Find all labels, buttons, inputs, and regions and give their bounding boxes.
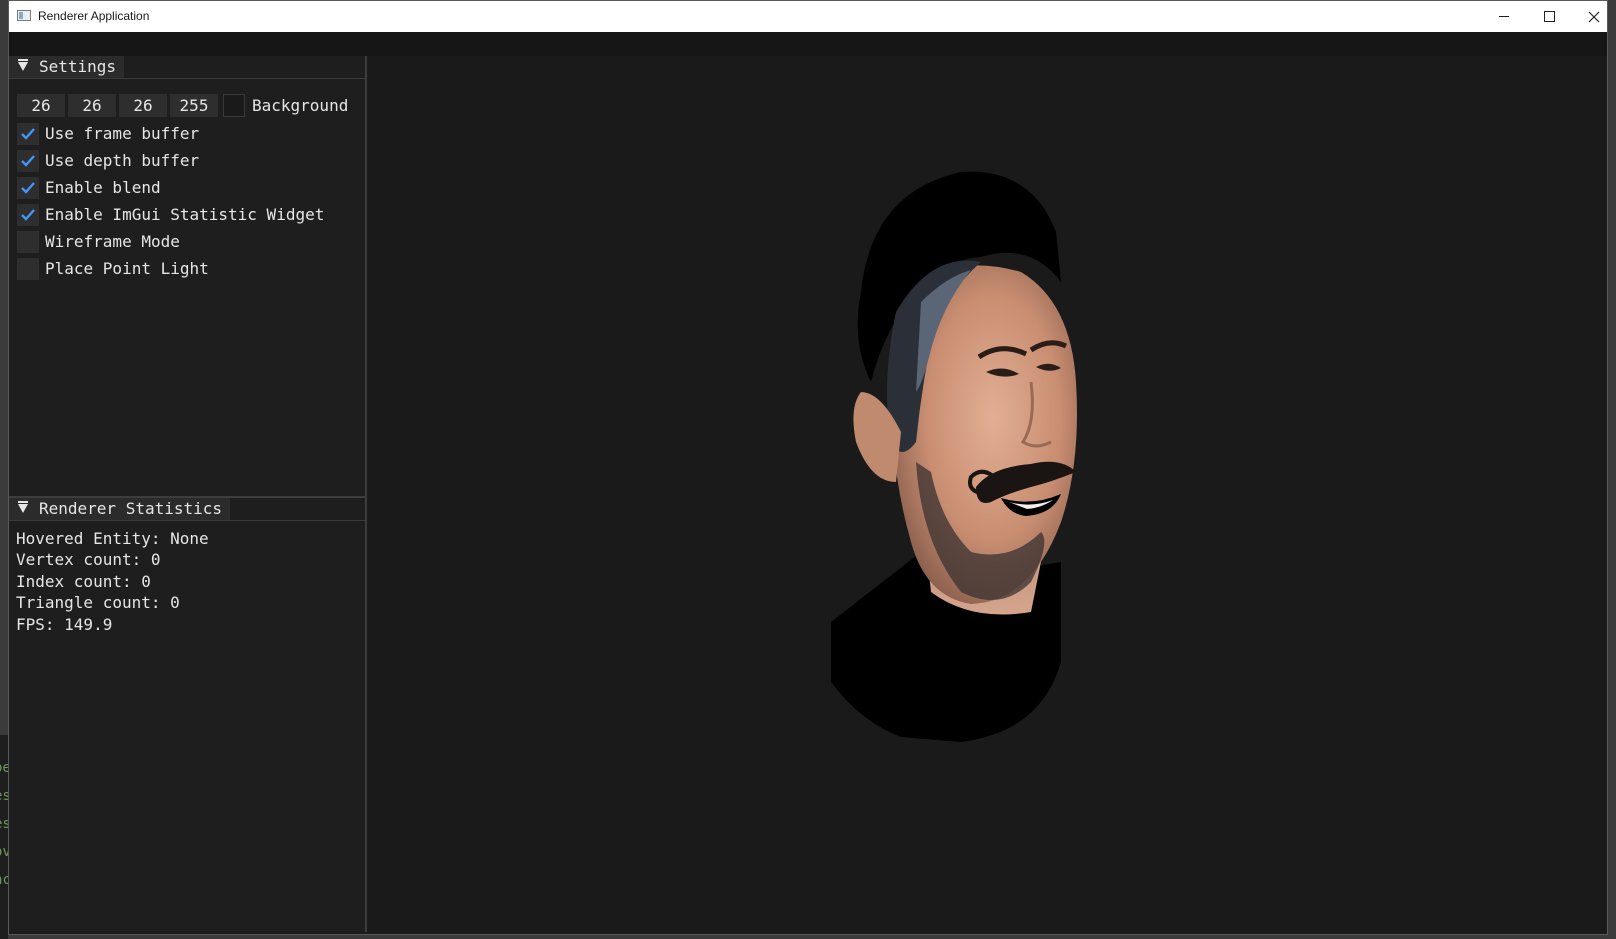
background-editor-edge: oe es es ov nc: [0, 735, 11, 939]
option-label: Use depth buffer: [45, 151, 200, 170]
minimize-icon: [1499, 16, 1509, 17]
minimize-button[interactable]: [1481, 1, 1527, 32]
option-use-depth-buffer[interactable]: Use depth buffer: [17, 149, 199, 172]
client-area: Settings 26 26 26 255 Background Use fra…: [9, 32, 1607, 934]
maximize-button[interactable]: [1526, 1, 1572, 32]
background-color-swatch[interactable]: [223, 94, 245, 117]
option-use-frame-buffer[interactable]: Use frame buffer: [17, 122, 199, 145]
option-label: Use frame buffer: [45, 124, 200, 143]
render-viewport[interactable]: [367, 56, 1607, 934]
statistics-title: Renderer Statistics: [39, 499, 223, 518]
stat-vertex-count: Vertex count: 0: [16, 550, 161, 569]
window-title: Renderer Application: [38, 9, 150, 23]
renderer-window: Renderer Application Settings 26 26 26 2…: [8, 0, 1608, 935]
option-label: Wireframe Mode: [45, 232, 180, 251]
option-enable-blend[interactable]: Enable blend: [17, 176, 161, 199]
option-label: Enable blend: [45, 178, 161, 197]
title-bar[interactable]: Renderer Application: [9, 1, 1607, 32]
checkmark-icon: [21, 181, 35, 194]
use-depth-buffer-checkbox[interactable]: [17, 149, 39, 172]
checkmark-icon: [21, 208, 35, 221]
background-a-input[interactable]: 255: [170, 94, 218, 117]
settings-tab[interactable]: Settings: [9, 56, 125, 78]
statistics-panel: Renderer Statistics Hovered Entity: None…: [9, 496, 367, 932]
option-label: Enable ImGui Statistic Widget: [45, 205, 325, 224]
option-label: Place Point Light: [45, 259, 209, 278]
place-point-light-checkbox[interactable]: [17, 257, 39, 280]
maximize-icon: [1543, 11, 1555, 22]
background-r-input[interactable]: 26: [17, 94, 65, 117]
stat-fps: FPS: 149.9: [16, 615, 113, 634]
background-g-input[interactable]: 26: [68, 94, 116, 117]
stat-triangle-count: Triangle count: 0: [16, 593, 180, 612]
enable-statistic-widget-checkbox[interactable]: [17, 203, 39, 226]
background-label: Background: [252, 96, 349, 115]
use-frame-buffer-checkbox[interactable]: [17, 122, 39, 145]
window-app-icon: [17, 10, 31, 21]
option-enable-imgui-statistic-widget[interactable]: Enable ImGui Statistic Widget: [17, 203, 324, 226]
option-place-point-light[interactable]: Place Point Light: [17, 257, 209, 280]
stat-hovered-entity: Hovered Entity: None: [16, 529, 209, 548]
enable-blend-checkbox[interactable]: [17, 176, 39, 199]
stat-index-count: Index count: 0: [16, 572, 151, 591]
settings-panel: Settings 26 26 26 255 Background Use fra…: [9, 56, 367, 496]
checkmark-icon: [21, 154, 35, 167]
wireframe-mode-checkbox[interactable]: [17, 230, 39, 253]
dockspace-strip: [9, 32, 1607, 56]
statistics-tab[interactable]: Renderer Statistics: [9, 498, 231, 520]
background-color-editor: 26 26 26 255 Background: [17, 94, 348, 117]
settings-title: Settings: [39, 57, 117, 76]
close-icon: [1588, 11, 1600, 22]
statistics-header: Renderer Statistics: [9, 498, 365, 521]
rendered-head-model: [831, 171, 1077, 742]
settings-header: Settings: [9, 56, 365, 79]
checkmark-icon: [21, 127, 35, 140]
collapse-triangle-icon[interactable]: [18, 59, 28, 71]
collapse-triangle-icon[interactable]: [18, 501, 28, 513]
background-b-input[interactable]: 26: [119, 94, 167, 117]
option-wireframe-mode[interactable]: Wireframe Mode: [17, 230, 180, 253]
close-button[interactable]: [1571, 1, 1616, 32]
